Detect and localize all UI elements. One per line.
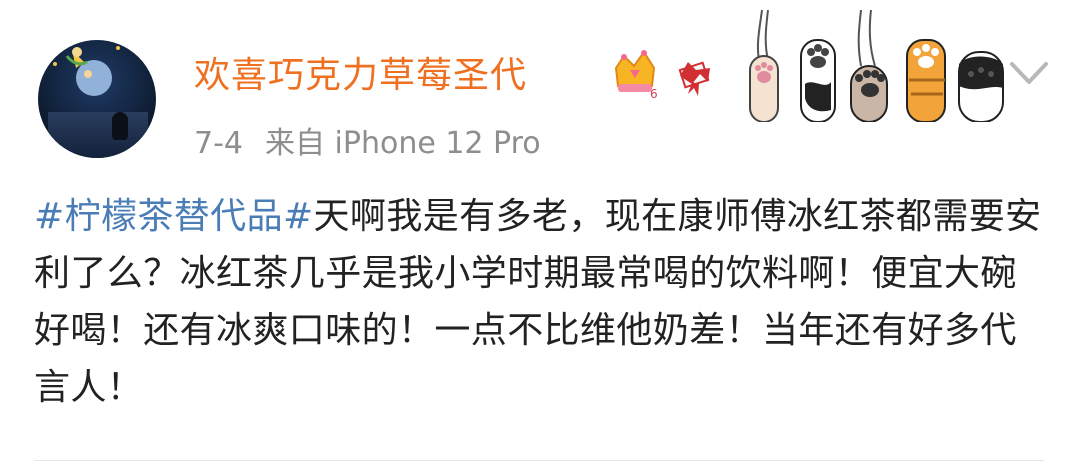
- avatar[interactable]: [38, 40, 156, 158]
- post-date: 7-4: [194, 126, 243, 161]
- hashtag-link[interactable]: #柠檬茶替代品#: [34, 196, 314, 237]
- cat-paws-decoration: [749, 10, 1004, 122]
- avatar-person: [112, 112, 128, 140]
- divider: [34, 460, 1044, 461]
- little-prince-avatar-icon: [53, 46, 120, 96]
- crown-vip-icon[interactable]: 6: [608, 44, 662, 100]
- post-meta: 7-4 来自 iPhone 12 Pro: [194, 118, 541, 162]
- post-source[interactable]: 来自 iPhone 12 Pro: [265, 126, 541, 161]
- ribbon-envelope-icon[interactable]: [670, 52, 714, 98]
- post-text: #柠檬茶替代品#天啊我是有多老，现在康师傅冰红茶都需要安利了么？冰红茶几乎是我小…: [34, 188, 1044, 416]
- chevron-down-icon[interactable]: [1008, 58, 1050, 88]
- avatar-stage: [48, 112, 148, 158]
- username[interactable]: 欢喜巧克力草莓圣代: [194, 46, 527, 98]
- svg-text:6: 6: [650, 87, 658, 100]
